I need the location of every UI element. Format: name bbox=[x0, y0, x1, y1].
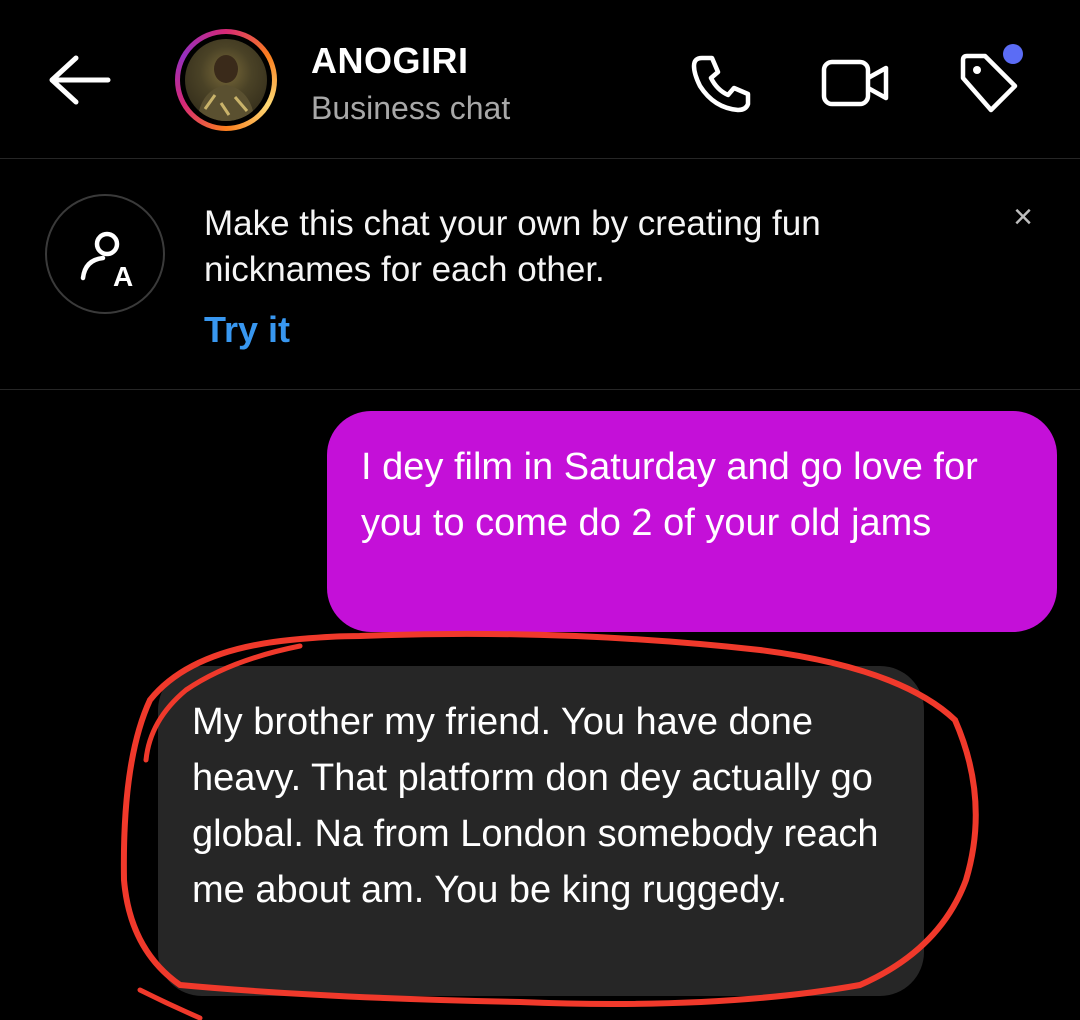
nickname-icon: A bbox=[45, 194, 165, 314]
chat-header: ANOGIRI Business chat bbox=[0, 0, 1080, 159]
nickname-banner: A Make this chat your own by creating fu… bbox=[0, 159, 1080, 390]
incoming-message[interactable]: My brother my friend. You have done heav… bbox=[158, 666, 924, 996]
back-arrow-icon bbox=[49, 55, 111, 105]
video-camera-icon bbox=[821, 59, 889, 107]
svg-text:A: A bbox=[113, 261, 133, 292]
voice-call-button[interactable] bbox=[688, 50, 754, 116]
contact-avatar[interactable] bbox=[175, 29, 277, 131]
phone-icon bbox=[691, 55, 751, 113]
video-call-button[interactable] bbox=[820, 50, 889, 116]
contact-name[interactable]: ANOGIRI bbox=[311, 40, 469, 82]
outgoing-message[interactable]: I dey film in Saturday and go love for y… bbox=[327, 411, 1057, 632]
notification-dot bbox=[1003, 44, 1023, 64]
close-icon[interactable]: × bbox=[1003, 197, 1043, 237]
try-it-link[interactable]: Try it bbox=[204, 309, 290, 351]
contact-subtitle: Business chat bbox=[311, 90, 511, 126]
avatar-photo bbox=[185, 39, 267, 121]
banner-message: Make this chat your own by creating fun … bbox=[204, 204, 821, 289]
back-button[interactable] bbox=[44, 50, 114, 110]
